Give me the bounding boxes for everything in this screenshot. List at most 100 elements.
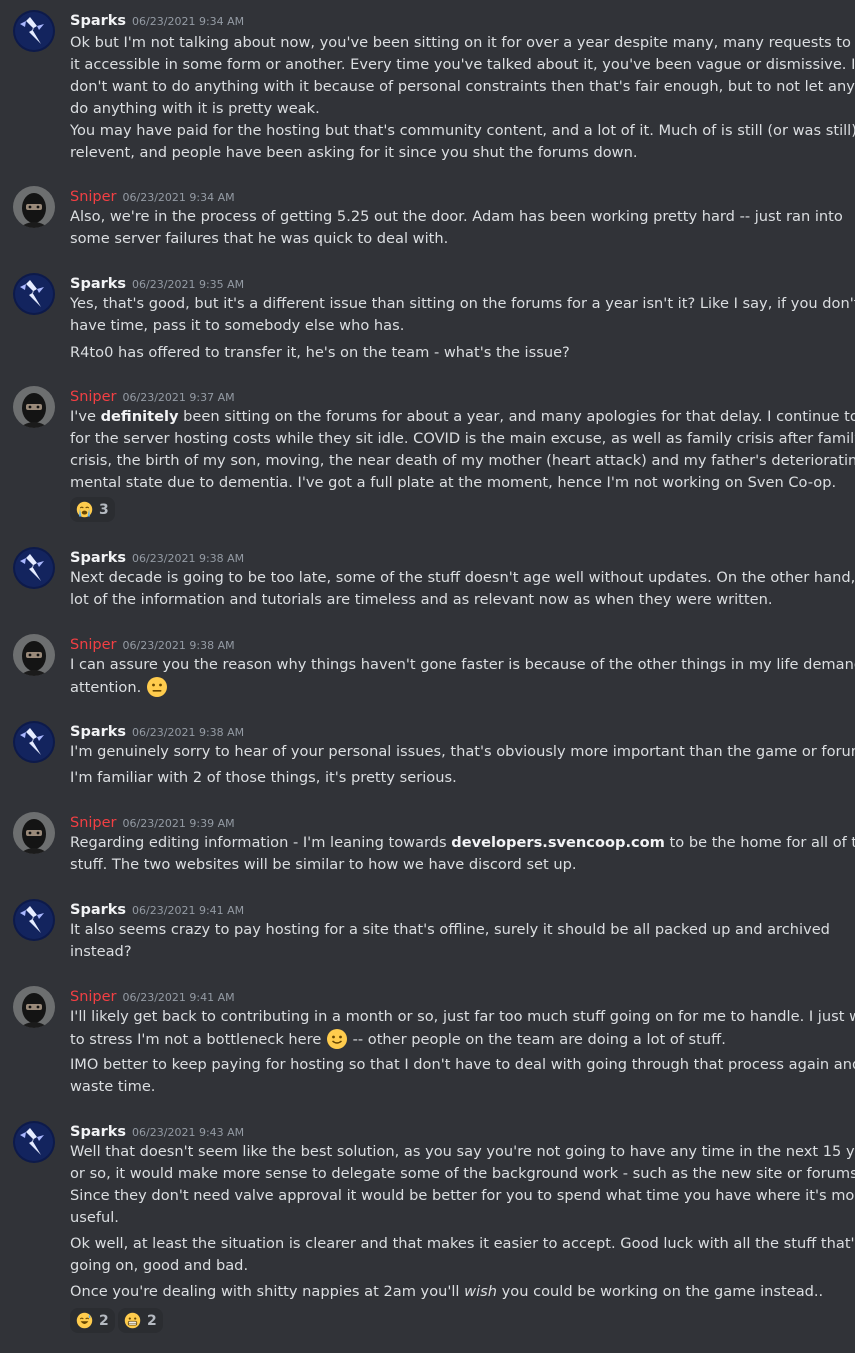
avatar[interactable] [13, 986, 55, 1028]
timestamp: 06/23/2021 9:35 AM [132, 278, 245, 291]
message-text: or so, it would make more sense to deleg… [70, 1165, 855, 1182]
message-text: Next decade is going to be too late, som… [70, 569, 855, 586]
text-run: Once you're dealing with shitty nappies … [70, 1283, 465, 1300]
neutral-face-icon [146, 676, 168, 698]
message-text: Well that doesn't seem like the best sol… [70, 1143, 855, 1160]
avatar[interactable] [13, 547, 55, 589]
message-text: IMO better to keep paying for hosting so… [70, 1056, 855, 1073]
username[interactable]: Sniper [70, 389, 117, 405]
timestamp: 06/23/2021 9:34 AM [132, 15, 245, 28]
message-text: waste time. [70, 1078, 156, 1095]
username[interactable]: Sparks [70, 902, 126, 918]
message-header: Sniper 06/23/2021 9:41 AM [70, 986, 235, 1006]
message-header: Sniper 06/23/2021 9:38 AM [70, 634, 235, 654]
username[interactable]: Sparks [70, 724, 126, 740]
message-header: Sparks 06/23/2021 9:35 AM [70, 273, 244, 293]
grimace-face-icon [124, 1312, 141, 1329]
timestamp: 06/23/2021 9:38 AM [132, 552, 245, 565]
bold-link-text: developers.svencoop.com [451, 834, 665, 851]
message-text: Ok but I'm not talking about now, you've… [70, 34, 855, 51]
text-run: to be the home for all of that [669, 834, 855, 851]
message-text: useful. [70, 1209, 119, 1226]
message-text: I'll likely get back to contributing in … [70, 1008, 855, 1025]
timestamp: 06/23/2021 9:43 AM [132, 1126, 245, 1139]
message-text: going on, good and bad. [70, 1257, 249, 1274]
username[interactable]: Sparks [70, 1124, 126, 1140]
reaction-crying-face[interactable]: 3 [70, 497, 115, 522]
username[interactable]: Sniper [70, 815, 117, 831]
timestamp: 06/23/2021 9:38 AM [122, 639, 235, 652]
text-run: -- other people on the team are doing a … [347, 1031, 726, 1048]
message-header: Sniper 06/23/2021 9:34 AM [70, 186, 235, 206]
message-text: I've definitely been sitting on the foru… [70, 406, 855, 428]
reaction-count: 2 [99, 1312, 109, 1329]
message-header: Sparks 06/23/2021 9:38 AM [70, 721, 244, 741]
message-header: Sparks 06/23/2021 9:34 AM [70, 10, 244, 30]
reaction-count: 3 [99, 501, 109, 518]
message-text: I'm genuinely sorry to hear of your pers… [70, 743, 855, 760]
text-run: to stress I'm not a bottleneck here [70, 1031, 322, 1048]
avatar[interactable] [13, 10, 55, 52]
message-text: attention. [70, 676, 830, 699]
message-text: for the server hosting costs while they … [70, 430, 855, 447]
reaction-grimace[interactable]: 2 [118, 1308, 163, 1333]
message-text: stuff. The two websites will be similar … [70, 856, 577, 873]
message-text: Since they don't need valve approval it … [70, 1187, 855, 1204]
message-text: don't want to do anything with it becaus… [70, 78, 855, 95]
message-header: Sparks 06/23/2021 9:41 AM [70, 899, 244, 919]
message-header: Sparks 06/23/2021 9:43 AM [70, 1121, 244, 1141]
message-text: relevent, and people have been asking fo… [70, 144, 638, 161]
reaction-sweat-smile[interactable]: 2 [70, 1308, 115, 1333]
italic-text: wish [464, 1283, 497, 1300]
message-text: crisis, the birth of my son, moving, the… [70, 452, 855, 469]
message-text: You may have paid for the hosting but th… [70, 122, 855, 139]
message-text: R4to0 has offered to transfer it, he's o… [70, 344, 570, 361]
username[interactable]: Sparks [70, 276, 126, 292]
message-header: Sniper 06/23/2021 9:37 AM [70, 386, 235, 406]
slightly-smiling-face-icon [326, 1028, 348, 1050]
bold-text: definitely [100, 408, 179, 425]
message-text: Regarding editing information - I'm lean… [70, 832, 855, 854]
message-header: Sparks 06/23/2021 9:38 AM [70, 547, 244, 567]
username[interactable]: Sniper [70, 189, 117, 205]
message-text: Yes, that's good, but it's a different i… [70, 295, 855, 312]
avatar[interactable] [13, 899, 55, 941]
message-text: Also, we're in the process of getting 5.… [70, 208, 843, 225]
sweat-smile-face-icon [76, 1312, 93, 1329]
text-run: been sitting on the forums for about a y… [178, 408, 855, 425]
timestamp: 06/23/2021 9:37 AM [122, 391, 235, 404]
message-text: instead? [70, 943, 132, 960]
username[interactable]: Sniper [70, 989, 117, 1005]
reaction-count: 2 [147, 1312, 157, 1329]
username[interactable]: Sparks [70, 550, 126, 566]
timestamp: 06/23/2021 9:41 AM [132, 904, 245, 917]
message-text: have time, pass it to somebody else who … [70, 317, 405, 334]
username[interactable]: Sparks [70, 13, 126, 29]
crying-face-icon [76, 501, 93, 518]
message-text: It also seems crazy to pay hosting for a… [70, 921, 830, 938]
message-text: Ok well, at least the situation is clear… [70, 1235, 855, 1252]
username[interactable]: Sniper [70, 637, 117, 653]
text-run: I've [70, 408, 101, 425]
timestamp: 06/23/2021 9:41 AM [122, 991, 235, 1004]
avatar[interactable] [13, 634, 55, 676]
message-text: I can assure you the reason why things h… [70, 656, 855, 673]
avatar[interactable] [13, 721, 55, 763]
text-run: you could be working on the game instead… [496, 1283, 824, 1300]
avatar[interactable] [13, 386, 55, 428]
message-text: to stress I'm not a bottleneck here -- o… [70, 1028, 830, 1051]
text-run: Regarding editing information - I'm lean… [70, 834, 452, 851]
message-text: lot of the information and tutorials are… [70, 591, 773, 608]
avatar[interactable] [13, 1121, 55, 1163]
chat-message-list: Sparks 06/23/2021 9:34 AM Ok but I'm not … [0, 0, 855, 1353]
message-text: it accessible in some form or another. E… [70, 56, 855, 73]
timestamp: 06/23/2021 9:38 AM [132, 726, 245, 739]
avatar[interactable] [13, 186, 55, 228]
message-text: Once you're dealing with shitty nappies … [70, 1281, 830, 1303]
message-text: I'm familiar with 2 of those things, it'… [70, 769, 457, 786]
avatar[interactable] [13, 812, 55, 854]
message-text: mental state due to dementia. I've got a… [70, 474, 837, 491]
text-run: attention. [70, 679, 142, 696]
avatar[interactable] [13, 273, 55, 315]
message-header: Sniper 06/23/2021 9:39 AM [70, 812, 235, 832]
